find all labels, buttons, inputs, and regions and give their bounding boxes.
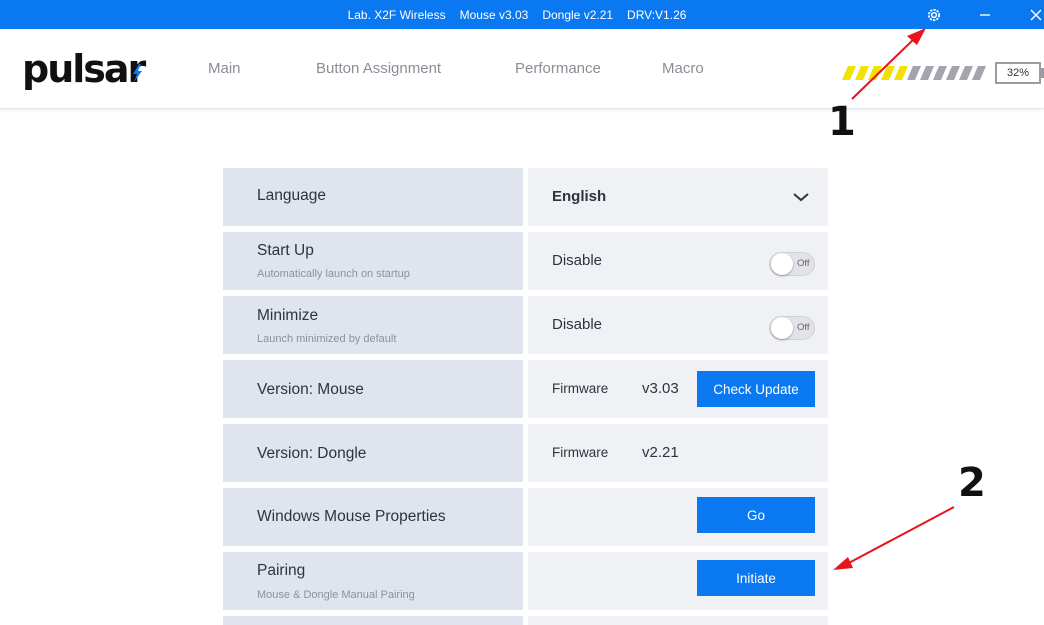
logo-bolt-icon (133, 64, 142, 82)
toggle-knob (771, 253, 793, 275)
language-dropdown[interactable]: English (528, 168, 828, 226)
mouse-firmware-label: Firmware (552, 381, 609, 396)
minimize-label: Minimize (257, 307, 319, 324)
next-row-value-cell (528, 616, 828, 625)
annotation-marker-1: 1 (828, 99, 856, 145)
startup-value: Disable (552, 252, 603, 269)
startup-toggle[interactable]: Off (769, 252, 815, 276)
dongle-firmware-label: Firmware (552, 445, 609, 460)
row-pairing: Pairing Mouse & Dongle Manual Pairing In… (223, 552, 828, 610)
check-update-button[interactable]: Check Update (697, 371, 815, 407)
pairing-label: Pairing (257, 562, 306, 579)
startup-value-cell: Disable Off (528, 232, 828, 290)
battery-level-bars (842, 66, 986, 80)
row-startup: Start Up Automatically launch on startup… (223, 232, 828, 290)
windows-mouse-value-cell: Go (528, 488, 828, 546)
dongle-version: Dongle v2.21 (542, 7, 614, 22)
row-minimize: Minimize Launch minimized by default Dis… (223, 296, 828, 354)
minimize-label-cell: Minimize Launch minimized by default (223, 296, 523, 354)
pulsar-logo: pulsar (22, 47, 146, 91)
language-label: Language (257, 187, 326, 204)
chevron-down-icon (793, 193, 809, 202)
mouse-version: Mouse v3.03 (459, 7, 529, 22)
device-name: Lab. X2F Wireless (347, 7, 446, 22)
nav-macro[interactable]: Macro (662, 60, 704, 77)
settings-gear-icon[interactable] (920, 0, 948, 29)
close-icon[interactable] (1022, 0, 1044, 29)
pairing-sublabel: Mouse & Dongle Manual Pairing (257, 589, 415, 601)
version-dongle-value-cell: Firmware v2.21 (528, 424, 828, 482)
window-title: Lab. X2F Wireless Mouse v3.03 Dongle v2.… (0, 0, 1044, 29)
row-next-partial (223, 616, 828, 625)
version-dongle-label: Version: Dongle (257, 445, 367, 462)
row-version-dongle: Version: Dongle Firmware v2.21 (223, 424, 828, 482)
version-mouse-value-cell: Firmware v3.03 Check Update (528, 360, 828, 418)
version-dongle-label-cell: Version: Dongle (223, 424, 523, 482)
nav-main[interactable]: Main (208, 60, 241, 77)
next-row-label-cell (223, 616, 523, 625)
go-button[interactable]: Go (697, 497, 815, 533)
minimize-value: Disable (552, 316, 603, 333)
startup-sublabel: Automatically launch on startup (257, 268, 410, 280)
version-mouse-label-cell: Version: Mouse (223, 360, 523, 418)
battery-indicator: 32% (995, 62, 1041, 84)
minimize-icon[interactable] (971, 0, 999, 29)
annotation-marker-2: 2 (958, 460, 986, 506)
startup-label: Start Up (257, 242, 314, 259)
pairing-label-cell: Pairing Mouse & Dongle Manual Pairing (223, 552, 523, 610)
battery-percent: 32% (1006, 67, 1030, 79)
startup-label-cell: Start Up Automatically launch on startup (223, 232, 523, 290)
driver-version: DRV:V1.26 (627, 7, 687, 22)
startup-toggle-text: Off (797, 258, 810, 269)
dongle-firmware-version: v2.21 (642, 444, 679, 461)
minimize-toggle[interactable]: Off (769, 316, 815, 340)
language-label-cell: Language (223, 168, 523, 226)
minimize-value-cell: Disable Off (528, 296, 828, 354)
minimize-toggle-text: Off (797, 322, 810, 333)
windows-mouse-label: Windows Mouse Properties (257, 508, 446, 525)
minimize-sublabel: Launch minimized by default (257, 333, 397, 345)
language-value: English (552, 188, 607, 205)
battery-tip (1039, 68, 1044, 78)
version-mouse-label: Version: Mouse (257, 381, 364, 398)
nav-performance[interactable]: Performance (515, 60, 601, 77)
pairing-value-cell: Initiate (528, 552, 828, 610)
app-header: pulsar Main Button Assignment Performanc… (0, 29, 1044, 109)
row-language: Language English (223, 168, 828, 226)
initiate-button[interactable]: Initiate (697, 560, 815, 596)
windows-mouse-label-cell: Windows Mouse Properties (223, 488, 523, 546)
toggle-knob (771, 317, 793, 339)
title-bar: Lab. X2F Wireless Mouse v3.03 Dongle v2.… (0, 0, 1044, 29)
row-windows-mouse-properties: Windows Mouse Properties Go (223, 488, 828, 546)
arrow-head-icon (833, 557, 853, 570)
mouse-firmware-version: v3.03 (642, 380, 679, 397)
nav-button-assignment[interactable]: Button Assignment (316, 60, 441, 77)
row-version-mouse: Version: Mouse Firmware v3.03 Check Upda… (223, 360, 828, 418)
